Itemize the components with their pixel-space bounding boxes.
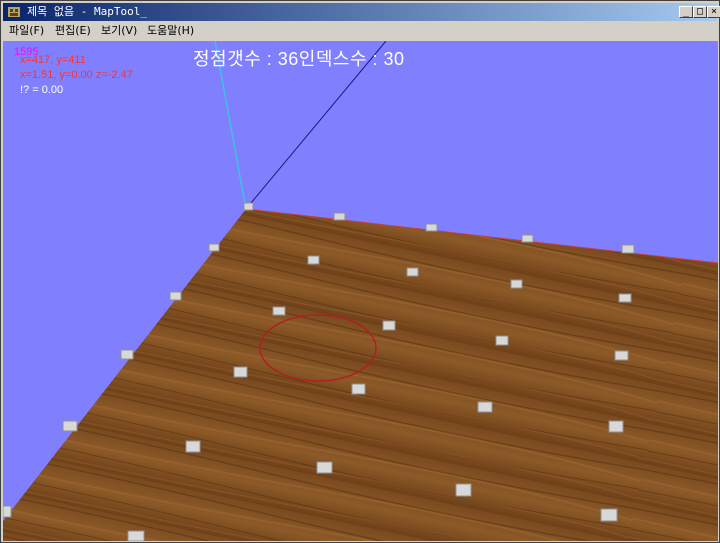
maximize-button[interactable]: □ [693,6,707,18]
menu-file[interactable]: 파일(F) [9,24,44,38]
vertex-marker[interactable] [521,234,534,243]
vertex-marker[interactable] [510,279,523,289]
vertex-marker[interactable] [477,401,493,413]
menu-bar: 파일(F) 편집(E) 보기(V) 도움말(H) [3,22,717,40]
vertex-marker[interactable] [120,349,134,360]
vertex-marker[interactable] [316,461,333,474]
extra-value: !? = 0.00 [20,84,64,96]
vertex-marker[interactable] [272,306,286,316]
vertex-marker[interactable] [455,483,472,497]
menu-edit[interactable]: 편집(E) [55,24,91,38]
window-title: 제목 없음 - MapTool_ [27,5,147,18]
vertex-marker[interactable] [233,366,248,378]
world-coords: x=1.51, y=0.00 z=-2.47 [20,69,133,81]
mouse-coords: x=417, y=411 [20,54,86,66]
vertex-marker[interactable] [618,293,632,303]
vertex-marker[interactable] [382,320,396,331]
scene-canvas[interactable] [3,41,718,541]
menu-help[interactable]: 도움말(H) [147,24,194,38]
vertex-marker[interactable] [406,267,419,277]
vertex-marker[interactable] [425,223,438,232]
app-window: 제목 없음 - MapTool_ _ □ × 파일(F) 편집(E) 보기(V)… [0,0,720,543]
vertex-marker[interactable] [127,530,145,541]
vertex-marker[interactable] [185,440,201,453]
vertex-marker[interactable] [614,350,629,361]
vertex-marker[interactable] [62,420,78,432]
minimize-button[interactable]: _ [679,6,693,18]
3d-viewport[interactable]: 1595 x=417, y=411 x=1.51, y=0.00 z=-2.47… [3,41,718,541]
app-icon [8,7,20,17]
vertex-marker[interactable] [621,244,635,254]
vertex-index-summary: 정점갯수 : 36인덱스수 : 30 [193,49,405,69]
menu-view[interactable]: 보기(V) [101,24,137,38]
vertex-marker[interactable] [600,508,618,522]
vertex-marker[interactable] [3,505,12,518]
wood-floor[interactable] [3,209,718,541]
vertex-marker[interactable] [333,212,346,221]
vertex-marker[interactable] [307,255,320,265]
vertex-marker[interactable] [608,420,624,433]
vertex-marker[interactable] [243,202,254,211]
close-button[interactable]: × [707,6,720,18]
title-bar[interactable]: 제목 없음 - MapTool_ _ □ × [3,3,720,21]
vertex-marker[interactable] [351,383,366,395]
vertex-marker[interactable] [208,243,220,252]
vertex-marker[interactable] [495,335,509,346]
vertex-marker[interactable] [169,291,182,301]
